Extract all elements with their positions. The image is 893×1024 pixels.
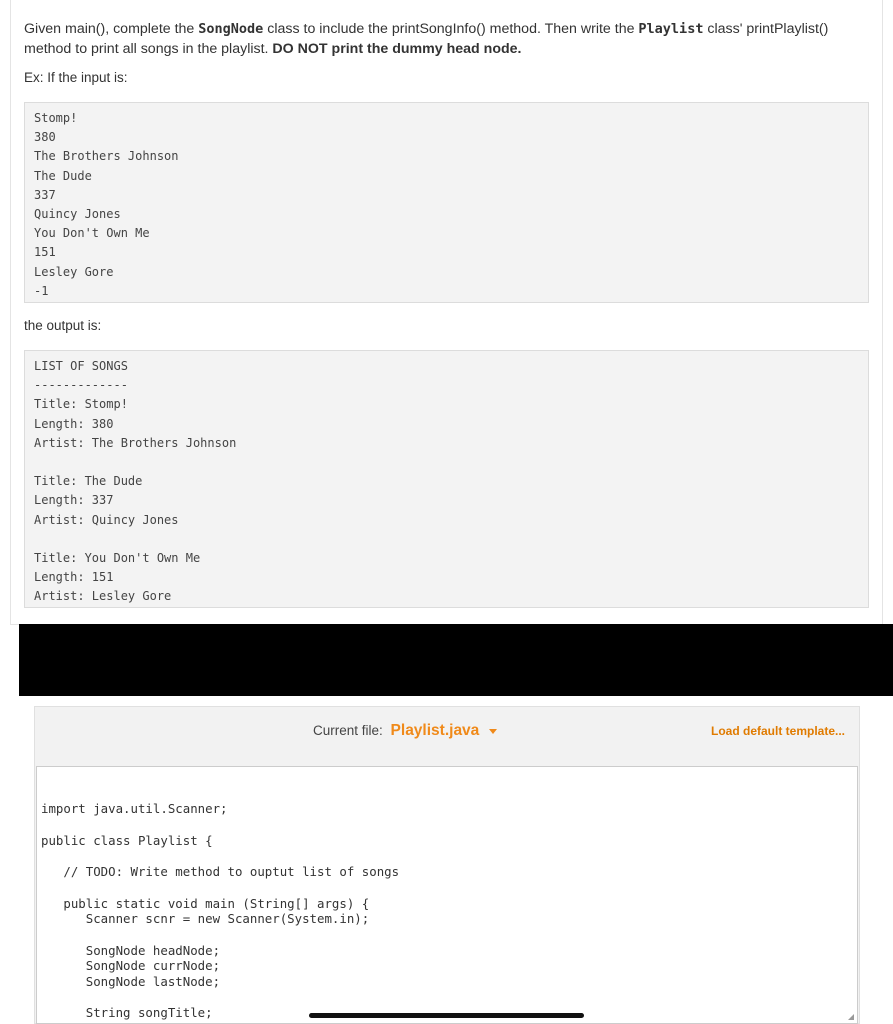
- output-line: Artist: Lesley Gore: [34, 589, 172, 604]
- example-output-label: the output is:: [24, 318, 102, 333]
- load-default-template-button[interactable]: Load default template...: [711, 724, 845, 738]
- code-line: Scanner scnr = new Scanner(System.in);: [41, 911, 370, 927]
- editor-panel: Current file: Playlist.java Load default…: [19, 696, 893, 1024]
- code-line: SongNode lastNode;: [41, 973, 221, 989]
- example-input-label: Ex: If the input is:: [24, 70, 128, 85]
- input-line: You Don't Own Me: [34, 226, 150, 241]
- output-line: LIST OF SONGS: [34, 359, 128, 373]
- code-line: public static void main (String[] args) …: [41, 895, 370, 911]
- code-line: SongNode currNode;: [41, 958, 221, 974]
- output-line: Title: Stomp!: [34, 397, 128, 412]
- code-line: public class Playlist {: [41, 832, 213, 848]
- input-line: 380: [34, 130, 56, 145]
- example-input-block: Stomp! 380 The Brothers Johnson The Dude 337…: [24, 102, 869, 303]
- code-line: SongNode headNode;: [41, 942, 221, 958]
- input-line: Lesley Gore: [34, 264, 114, 279]
- code-editor: Current file: Playlist.java Load default…: [34, 706, 860, 1024]
- input-line: Quincy Jones: [34, 206, 121, 221]
- file-bar: Current file: Playlist.java Load default…: [35, 707, 859, 755]
- output-line: Title: You Don't Own Me: [34, 550, 201, 565]
- input-line: Stomp!: [34, 111, 78, 125]
- current-file-name[interactable]: Playlist.java: [391, 722, 480, 739]
- file-selector[interactable]: Current file: Playlist.java: [313, 722, 498, 740]
- code-playlist: Playlist: [638, 21, 704, 37]
- output-line: Title: The Dude: [34, 474, 143, 489]
- output-line: Length: 337: [34, 493, 114, 508]
- code-songnode: SongNode: [198, 21, 264, 37]
- chevron-down-icon[interactable]: [489, 728, 498, 734]
- output-line: Length: 380: [34, 416, 114, 431]
- input-line: 337: [34, 187, 56, 202]
- home-indicator[interactable]: [309, 1013, 584, 1018]
- code-textarea[interactable]: import java.util.Scanner; public class Pl…: [36, 766, 858, 1024]
- output-line: Length: 151: [34, 570, 114, 585]
- redacted-bar: [19, 624, 893, 696]
- code-line: // TODO: Write method to ouptut list of …: [41, 864, 400, 880]
- output-line: -------------: [34, 378, 128, 393]
- input-line: 151: [34, 245, 56, 260]
- code-line: import java.util.Scanner;: [41, 801, 228, 817]
- example-output-block: LIST OF SONGS ------------- Title: Stomp! L…: [24, 350, 869, 608]
- input-line: The Brothers Johnson: [34, 149, 179, 164]
- current-file-label: Current file:: [313, 723, 383, 738]
- output-line: Artist: Quincy Jones: [34, 512, 179, 527]
- input-line: The Dude: [34, 168, 92, 183]
- emphasis-note: DO NOT print the dummy head node.: [272, 40, 522, 57]
- output-line: Artist: The Brothers Johnson: [34, 435, 237, 450]
- input-line: -1: [34, 283, 49, 298]
- problem-statement: Given main(), complete the SongNode clas…: [24, 21, 829, 57]
- resize-handle-icon[interactable]: [848, 1014, 854, 1020]
